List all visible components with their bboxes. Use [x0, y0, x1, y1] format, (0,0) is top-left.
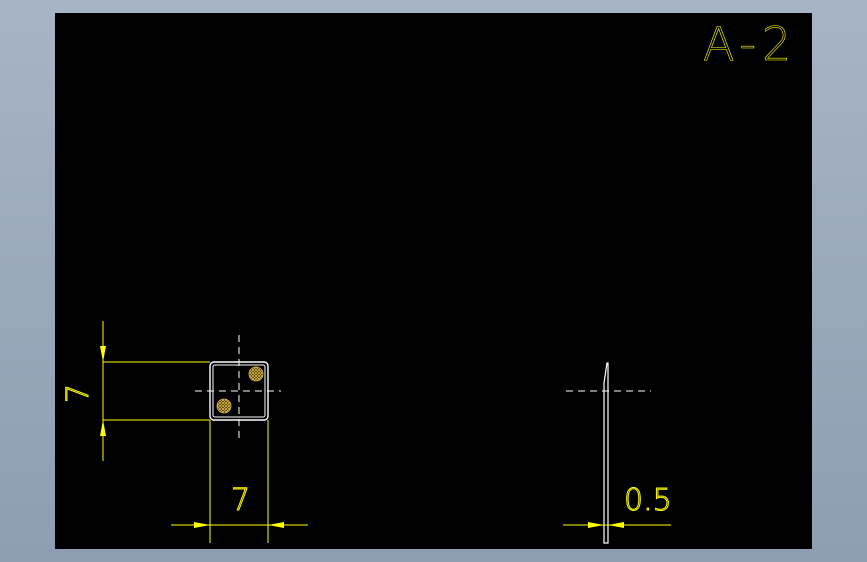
dimension-thickness-value: 0.5: [624, 483, 672, 518]
dimension-width-value: 7: [231, 483, 250, 518]
cad-model-space[interactable]: A-2 7 7 0.5: [55, 13, 812, 549]
plate-edge-profile: [603, 362, 609, 544]
hatched-dot-lower: [216, 398, 232, 414]
dimension-height-value: 7: [61, 384, 96, 403]
dimension-height[interactable]: [100, 321, 210, 461]
hatched-dot-upper: [248, 366, 264, 382]
sheet-label: A-2: [703, 17, 797, 71]
dimension-thickness[interactable]: [563, 522, 671, 528]
drawing-canvas: A-2 7 7 0.5: [61, 17, 797, 544]
dimension-width[interactable]: [171, 420, 308, 543]
